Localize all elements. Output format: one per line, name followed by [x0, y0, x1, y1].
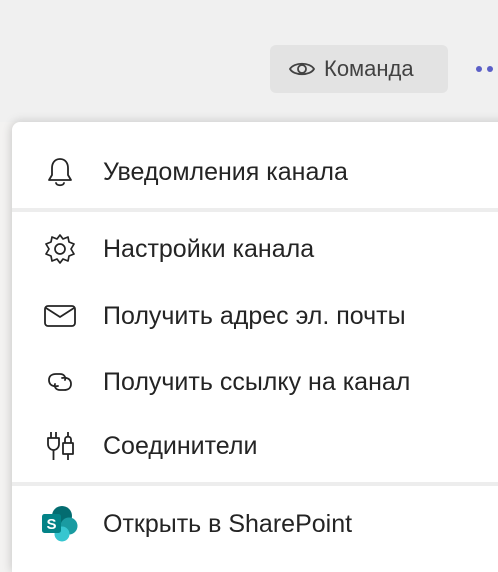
more-dots-icon[interactable]: [476, 60, 498, 78]
menu-divider: [12, 208, 498, 212]
menu-divider: [12, 482, 498, 486]
sharepoint-icon: S: [40, 504, 80, 544]
envelope-icon: [40, 296, 80, 336]
menu-item-label: Настройки канала: [103, 234, 315, 263]
menu-item-label: Открыть в SharePoint: [103, 509, 353, 538]
svg-text:S: S: [46, 516, 56, 533]
menu-item-label: Получить ссылку на канал: [103, 367, 411, 396]
gear-icon: [40, 229, 80, 269]
team-visibility-chip[interactable]: Команда: [270, 45, 448, 93]
menu-item-label: Получить адрес эл. почты: [103, 301, 406, 330]
menu-item-open-in-sharepoint[interactable]: S Открыть в SharePoint: [12, 494, 498, 554]
eye-icon: [288, 62, 316, 76]
menu-item-label: Уведомления канала: [103, 157, 348, 186]
channel-context-menu: Уведомления канала Настройки канала Полу…: [12, 122, 498, 572]
connectors-icon: [40, 426, 80, 466]
menu-item-get-channel-link[interactable]: Получить ссылку на канал: [12, 352, 498, 412]
bell-icon: [40, 152, 80, 192]
menu-item-label: Соединители: [103, 431, 258, 460]
team-chip-label: Команда: [324, 56, 414, 81]
menu-item-channel-notifications[interactable]: Уведомления канала: [12, 142, 498, 202]
menu-item-get-email-address[interactable]: Получить адрес эл. почты: [12, 286, 498, 346]
channel-header: Команда: [0, 0, 498, 122]
link-icon: [40, 362, 80, 402]
menu-item-channel-settings[interactable]: Настройки канала: [12, 219, 498, 279]
menu-item-connectors[interactable]: Соединители: [12, 416, 498, 476]
